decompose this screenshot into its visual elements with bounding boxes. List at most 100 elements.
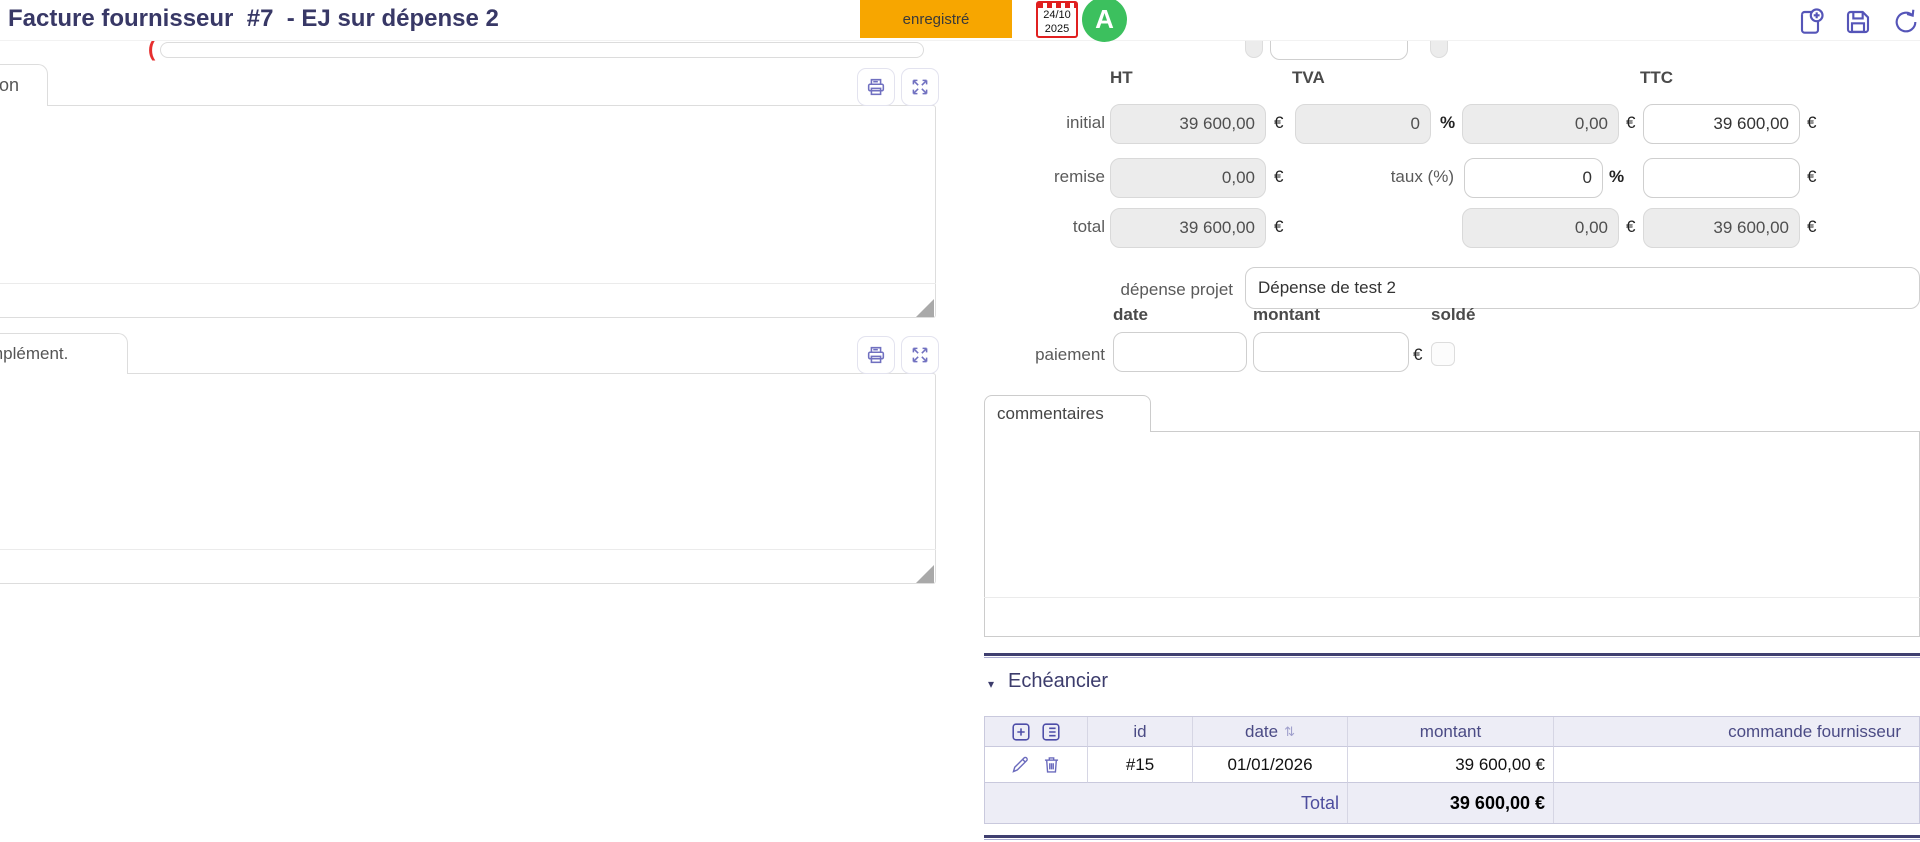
paiement-col-montant: montant	[1253, 305, 1320, 325]
collapse-caret-icon[interactable]: ▾	[988, 677, 994, 691]
taux-input[interactable]	[1464, 158, 1603, 198]
section-divider	[984, 653, 1920, 656]
tab-commentaires-label: commentaires	[997, 404, 1104, 424]
description-inner-divider	[0, 283, 936, 284]
save-icon[interactable]	[1842, 6, 1874, 38]
calendar-year: 2025	[1045, 23, 1069, 36]
row-label-total: total	[1000, 217, 1105, 237]
sort-icon: ⇅	[1284, 724, 1295, 740]
calendar-day: 24/10	[1043, 9, 1071, 22]
calendar-widget[interactable]: 24/10 2025	[1036, 1, 1078, 38]
libelle-input-partial[interactable]	[160, 42, 924, 58]
cell-id: #15	[1088, 747, 1193, 783]
paiement-montant-input[interactable]	[1253, 332, 1409, 372]
depense-projet-label: dépense projet	[1010, 280, 1233, 300]
remise-input	[1110, 158, 1266, 198]
print-button[interactable]	[857, 68, 895, 106]
commentaires-textarea[interactable]	[984, 431, 1920, 637]
tva-pct-initial-input	[1295, 104, 1431, 144]
echeancier-table: id date ⇅ montant commande fournisseur	[984, 716, 1920, 824]
avatar[interactable]: A	[1082, 0, 1127, 42]
total-value: 39 600,00 €	[1348, 783, 1554, 823]
paiement-label: paiement	[1000, 345, 1105, 365]
column-header-ht: HT	[1110, 68, 1133, 88]
row-label-remise: remise	[1000, 167, 1105, 187]
status-badge: enregistré	[860, 0, 1012, 38]
ht-initial-input	[1110, 104, 1266, 144]
tab-commentaires[interactable]: commentaires	[984, 395, 1151, 432]
paiement-col-date: date	[1113, 305, 1148, 325]
euro-symbol: €	[1274, 217, 1283, 237]
section-divider-shadow	[984, 657, 1920, 658]
expand-icon	[909, 76, 931, 98]
resize-handle[interactable]	[916, 299, 934, 317]
echeancier-title[interactable]: Echéancier	[1008, 670, 1108, 693]
tab-complement-label: mplément.	[0, 344, 68, 364]
row-label-initial: initial	[1000, 113, 1105, 133]
edit-row-button[interactable]	[1010, 754, 1031, 775]
commentaires-inner-divider	[984, 597, 1920, 598]
row-actions	[985, 747, 1088, 783]
percent-symbol: %	[1609, 167, 1624, 187]
print-icon	[865, 76, 887, 98]
print-icon	[865, 344, 887, 366]
cell-commande	[1554, 747, 1919, 783]
calendar-rings-icon	[1038, 3, 1076, 8]
column-header-ttc: TTC	[1640, 68, 1673, 88]
ttc-initial-input[interactable]	[1643, 104, 1800, 144]
total-commande-cell	[1554, 783, 1919, 823]
complement-textarea[interactable]	[0, 373, 936, 584]
cell-montant: 39 600,00 €	[1348, 747, 1554, 783]
euro-symbol: €	[1626, 217, 1635, 237]
paiement-date-input[interactable]	[1113, 332, 1247, 372]
column-header-date[interactable]: date ⇅	[1193, 717, 1348, 747]
euro-symbol: €	[1274, 167, 1283, 187]
avatar-letter: A	[1095, 4, 1114, 35]
percent-symbol: %	[1440, 113, 1455, 133]
resize-handle[interactable]	[916, 565, 934, 583]
pencil-icon	[1010, 754, 1031, 775]
new-document-icon[interactable]	[1794, 6, 1826, 38]
plus-square-icon	[1010, 721, 1032, 743]
bottom-divider-shadow	[984, 839, 1920, 840]
euro-symbol: €	[1626, 113, 1635, 133]
column-header-commande: commande fournisseur	[1554, 717, 1919, 747]
tab-complement[interactable]: mplément.	[0, 333, 128, 374]
total-label: Total	[985, 783, 1348, 823]
column-header-tva: TVA	[1292, 68, 1325, 88]
depense-projet-input[interactable]	[1245, 267, 1920, 309]
description-textarea[interactable]	[0, 105, 936, 318]
table-toolbar	[985, 717, 1088, 747]
tab-description[interactable]: on	[0, 64, 48, 106]
tab-description-label: on	[0, 75, 19, 96]
refresh-icon[interactable]	[1890, 6, 1920, 38]
facture-fournisseur-page: ( on mplément.	[0, 0, 1920, 842]
ttc-total-input	[1643, 208, 1800, 248]
ht-total-input	[1110, 208, 1266, 248]
bottom-divider	[984, 835, 1920, 838]
tva-amt-initial-input	[1462, 104, 1619, 144]
taux-label: taux (%)	[1330, 167, 1454, 187]
euro-symbol: €	[1807, 113, 1816, 133]
header-bar: Facture fournisseur #7 - EJ sur dépense …	[0, 0, 1920, 41]
complement-inner-divider	[0, 549, 936, 550]
euro-symbol: €	[1807, 217, 1816, 237]
expand-button[interactable]	[901, 68, 939, 106]
euro-symbol: €	[1274, 113, 1283, 133]
cell-date: 01/01/2026	[1193, 747, 1348, 783]
solde-checkbox[interactable]	[1431, 342, 1455, 366]
page-title: Facture fournisseur #7 - EJ sur dépense …	[8, 5, 499, 33]
expand-icon	[909, 344, 931, 366]
ttc-remise-input[interactable]	[1643, 158, 1800, 198]
column-header-date-label: date	[1245, 722, 1278, 742]
print-button-2[interactable]	[857, 336, 895, 374]
column-header-montant: montant	[1348, 717, 1554, 747]
list-view-button[interactable]	[1040, 721, 1062, 743]
delete-row-button[interactable]	[1041, 754, 1062, 775]
euro-symbol: €	[1807, 167, 1816, 187]
add-row-button[interactable]	[1010, 721, 1032, 743]
tva-amt-total-input	[1462, 208, 1619, 248]
paiement-col-solde: soldé	[1431, 305, 1475, 325]
list-icon	[1040, 721, 1062, 743]
expand-button-2[interactable]	[901, 336, 939, 374]
